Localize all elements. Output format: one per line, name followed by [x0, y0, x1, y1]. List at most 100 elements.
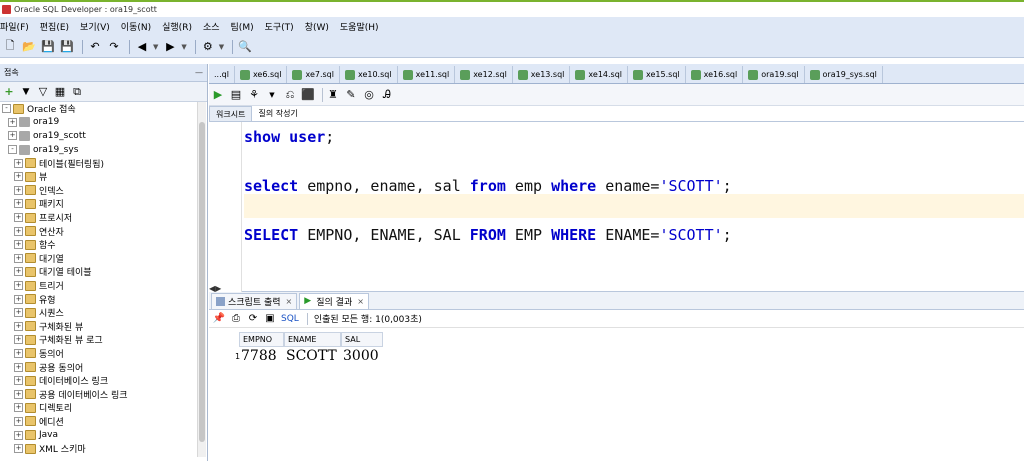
- expand-icon[interactable]: +: [14, 267, 23, 277]
- column-header[interactable]: EMPNO: [239, 332, 284, 347]
- expand-icon[interactable]: +: [14, 253, 23, 263]
- tree-item[interactable]: + 디렉토리: [0, 401, 207, 415]
- scrollbar-thumb[interactable]: [199, 122, 205, 442]
- table-cell[interactable]: 7788: [239, 348, 284, 364]
- menu-item[interactable]: 도구(T): [265, 20, 294, 33]
- rollback-icon[interactable]: ⎌: [283, 88, 297, 102]
- run-menu-arrow-icon[interactable]: ▼: [219, 43, 224, 51]
- tree-item[interactable]: + 트리거: [0, 279, 207, 293]
- tab-document[interactable]: ora19.sql: [743, 66, 805, 83]
- tree-item[interactable]: + 함수: [0, 238, 207, 252]
- find-icon[interactable]: 🔍: [237, 39, 253, 55]
- tree-item[interactable]: + 유형: [0, 292, 207, 306]
- tab-query-result[interactable]: ▶ 질의 결과 ×: [299, 293, 369, 309]
- sql-editor[interactable]: show user; select empno, ename, sal from…: [209, 122, 1024, 293]
- forward-dropdown-icon[interactable]: ▼: [181, 43, 186, 51]
- tree-item[interactable]: + 대기열: [0, 252, 207, 266]
- table-cell[interactable]: 3000: [341, 348, 383, 364]
- tree-item[interactable]: - ora19_sys: [0, 143, 207, 157]
- expand-icon[interactable]: +: [14, 335, 23, 345]
- expand-icon[interactable]: +: [14, 376, 23, 386]
- tab-document[interactable]: xe10.sql: [340, 66, 398, 83]
- export-icon[interactable]: ▣: [264, 313, 276, 325]
- menu-item[interactable]: 편집(E): [40, 20, 69, 33]
- tree-item[interactable]: + 뷰: [0, 170, 207, 184]
- back-icon[interactable]: ◀: [134, 39, 150, 55]
- tab-document[interactable]: xe7.sql: [287, 66, 340, 83]
- redo-icon[interactable]: ↷: [106, 39, 122, 55]
- expand-icon[interactable]: +: [14, 389, 23, 399]
- expand-icon[interactable]: +: [8, 117, 17, 127]
- save-icon[interactable]: 💾: [40, 39, 56, 55]
- refresh-icon[interactable]: ⟳: [247, 313, 259, 325]
- run-statement-icon[interactable]: ▶: [211, 88, 225, 102]
- tab-document[interactable]: xe13.sql: [513, 66, 571, 83]
- expand-icon[interactable]: +: [14, 281, 23, 291]
- tree-item[interactable]: + Java: [0, 428, 207, 442]
- tree-item[interactable]: - Oracle 접속: [0, 102, 207, 116]
- save-all-icon[interactable]: 💾: [59, 39, 75, 55]
- tab-worksheet[interactable]: 워크시트: [209, 106, 253, 121]
- expand-icon[interactable]: +: [14, 226, 23, 236]
- table-row[interactable]: 1 7788 SCOTT 3000: [235, 347, 1024, 365]
- add-connection-icon[interactable]: +: [2, 85, 16, 99]
- new-icon[interactable]: 🗋: [2, 39, 18, 55]
- expand-icon[interactable]: +: [14, 199, 23, 209]
- format-icon[interactable]: ◎: [362, 88, 376, 102]
- tree-item[interactable]: + 대기열 테이블: [0, 265, 207, 279]
- menu-item[interactable]: 이동(N): [121, 20, 151, 33]
- expand-icon[interactable]: +: [14, 430, 23, 440]
- tab-document[interactable]: xe15.sql: [628, 66, 686, 83]
- expand-icon[interactable]: +: [14, 172, 23, 182]
- collapse-icon[interactable]: -: [2, 104, 11, 114]
- expand-icon[interactable]: +: [14, 348, 23, 358]
- open-icon[interactable]: 📂: [21, 39, 37, 55]
- tree-item[interactable]: + 프로시저: [0, 211, 207, 225]
- close-icon[interactable]: ×: [286, 297, 293, 306]
- tab-document[interactable]: xe6.sql: [235, 66, 288, 83]
- menu-item[interactable]: 파일(F): [0, 20, 29, 33]
- splitter-arrows-icon[interactable]: ◀▶: [209, 284, 221, 293]
- menu-item[interactable]: 도움말(H): [340, 20, 379, 33]
- tree-item[interactable]: + 연산자: [0, 224, 207, 238]
- tab-document[interactable]: ...ql: [209, 66, 235, 83]
- tab-document[interactable]: xe16.sql: [686, 66, 744, 83]
- commit-icon[interactable]: ⚘: [247, 88, 261, 102]
- tab-document[interactable]: xe11.sql: [398, 66, 456, 83]
- collapse-icon[interactable]: -: [8, 145, 17, 155]
- schema-browser-icon[interactable]: ▦: [53, 85, 67, 99]
- vertical-scrollbar[interactable]: [197, 102, 206, 457]
- sql-link[interactable]: SQL: [281, 314, 299, 324]
- tree-item[interactable]: + ora19_scott: [0, 129, 207, 143]
- expand-icon[interactable]: +: [14, 416, 23, 426]
- tab-script-output[interactable]: 스크립트 출력 ×: [211, 293, 298, 309]
- run-script-icon[interactable]: ▤: [229, 88, 243, 102]
- panel-minimize-icon[interactable]: —: [195, 68, 203, 77]
- tree-item[interactable]: + ora19: [0, 116, 207, 130]
- menu-item[interactable]: 창(W): [305, 20, 329, 33]
- expand-icon[interactable]: +: [14, 308, 23, 318]
- column-header[interactable]: ENAME: [284, 332, 341, 347]
- tree-item[interactable]: + 데이터베이스 링크: [0, 374, 207, 388]
- tree-item[interactable]: + 동의어: [0, 347, 207, 361]
- column-header[interactable]: SAL: [341, 332, 383, 347]
- tree-item[interactable]: + 에디션: [0, 415, 207, 429]
- back-dropdown-icon[interactable]: ▼: [153, 43, 158, 51]
- clear-icon[interactable]: ✎: [344, 88, 358, 102]
- expand-icon[interactable]: +: [14, 213, 23, 223]
- menu-item[interactable]: 실행(R): [162, 20, 192, 33]
- close-icon[interactable]: ×: [357, 297, 364, 306]
- tab-document[interactable]: xe14.sql: [570, 66, 629, 83]
- menu-item[interactable]: 팀(M): [231, 20, 254, 33]
- tree-item[interactable]: + 공용 동의어: [0, 360, 207, 374]
- menu-item[interactable]: 소스: [203, 20, 220, 33]
- expand-icon[interactable]: +: [14, 185, 23, 195]
- run-dropdown-icon[interactable]: ⚙: [200, 39, 216, 55]
- pin-icon[interactable]: 📌: [213, 313, 225, 325]
- expand-icon[interactable]: +: [14, 158, 23, 168]
- expand-icon[interactable]: +: [14, 403, 23, 413]
- tree-item[interactable]: + XML 스키마: [0, 442, 207, 456]
- refresh-icon[interactable]: ▼: [19, 85, 33, 99]
- tree-item[interactable]: + 구체화된 뷰 로그: [0, 333, 207, 347]
- undo-icon[interactable]: ↶: [87, 39, 103, 55]
